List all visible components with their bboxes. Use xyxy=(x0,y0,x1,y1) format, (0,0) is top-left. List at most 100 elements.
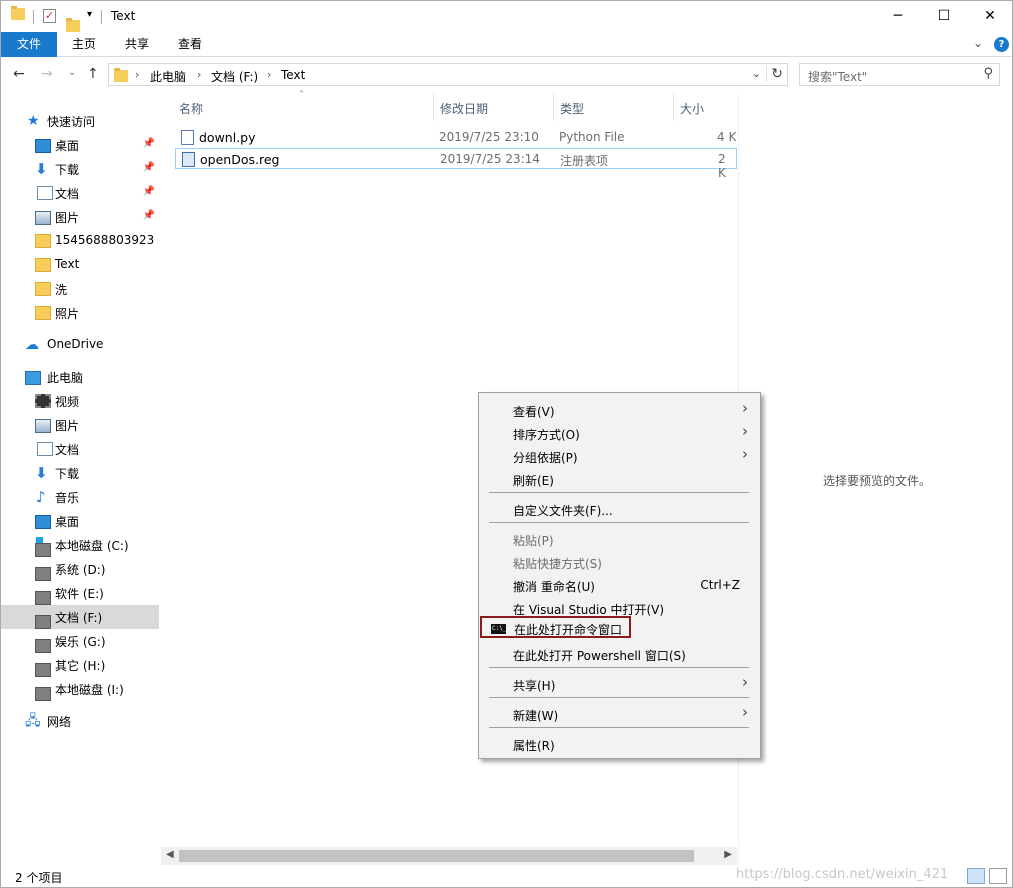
search-box[interactable]: 搜索"Text" ⚲ xyxy=(799,63,1000,86)
breadcrumb-text[interactable]: Text xyxy=(281,68,305,82)
column-divider[interactable] xyxy=(433,93,434,121)
minimize-button[interactable]: ─ xyxy=(875,1,921,32)
file-type: Python File xyxy=(559,130,625,144)
recent-locations-icon[interactable]: ⌄ xyxy=(68,67,76,78)
forward-icon[interactable]: → xyxy=(41,66,53,82)
column-divider[interactable] xyxy=(673,93,674,121)
sidebar-item-downloads[interactable]: ⬇ 下载 📌 xyxy=(1,157,159,181)
chevron-right-icon: › xyxy=(742,673,748,691)
chevron-right-icon: › xyxy=(742,703,748,721)
sidebar-item-drive-i[interactable]: 本地磁盘 (I:) xyxy=(1,677,159,701)
music-icon: ♪ xyxy=(36,488,46,506)
sidebar-item-drive-e[interactable]: 软件 (E:) xyxy=(1,581,159,605)
menu-item-customize-folder[interactable]: 自定义文件夹(F)... xyxy=(481,497,758,519)
breadcrumb-this-pc[interactable]: 此电脑 xyxy=(150,68,186,85)
pin-icon[interactable]: 📌 xyxy=(143,162,155,173)
column-type[interactable]: 类型 xyxy=(560,100,584,117)
sidebar-item-drive-f[interactable]: 文档 (F:) xyxy=(1,605,159,629)
menu-item-label: 撤消 重命名(U) xyxy=(513,580,595,594)
column-date[interactable]: 修改日期 xyxy=(440,100,488,117)
menu-item-share[interactable]: 共享(H) › xyxy=(481,672,758,694)
menu-item-sort-by[interactable]: 排序方式(O) › xyxy=(481,421,758,443)
column-name[interactable]: 名称 xyxy=(179,100,203,117)
sidebar-item-downloads[interactable]: ⬇ 下载 xyxy=(1,461,159,485)
sidebar-onedrive[interactable]: ☁ OneDrive xyxy=(1,333,159,357)
chevron-right-icon[interactable]: › xyxy=(267,68,271,81)
sidebar-item-label: 本地磁盘 (C:) xyxy=(55,539,129,553)
horizontal-scrollbar[interactable]: ◀ ▶ xyxy=(161,847,737,865)
tab-file[interactable]: 文件 xyxy=(1,32,57,57)
menu-item-label: 粘贴(P) xyxy=(513,534,554,548)
drive-icon xyxy=(35,591,51,605)
address-bar[interactable]: › 此电脑 › 文档 (F:) › Text ⌄ ↻ xyxy=(108,63,788,86)
sidebar-quick-access[interactable]: ★ 快速访问 xyxy=(1,109,159,133)
sidebar-item-folder[interactable]: 洗 xyxy=(1,277,159,301)
close-button[interactable]: ✕ xyxy=(967,1,1013,32)
menu-item-new[interactable]: 新建(W) › xyxy=(481,702,758,724)
sidebar-item-label: 桌面 xyxy=(55,139,80,153)
search-icon[interactable]: ⚲ xyxy=(983,66,993,81)
tab-share[interactable]: 共享 xyxy=(114,32,160,57)
tab-home[interactable]: 主页 xyxy=(61,32,107,57)
sidebar-item-folder[interactable]: 1545688803923 xyxy=(1,229,159,253)
menu-item-group-by[interactable]: 分组依据(P) › xyxy=(481,444,758,466)
new-folder-icon[interactable] xyxy=(66,18,80,32)
customize-toolbar-icon[interactable]: ▾ xyxy=(87,9,92,20)
expand-ribbon-icon[interactable]: ⌄ xyxy=(973,36,983,50)
sidebar-this-pc[interactable]: 此电脑 xyxy=(1,365,159,389)
sidebar-network[interactable]: 🖧 网络 xyxy=(1,709,159,733)
address-dropdown-icon[interactable]: ⌄ xyxy=(752,67,761,80)
file-row[interactable]: downl.py 2019/7/25 23:10 Python File 4 K xyxy=(175,127,737,148)
menu-item-refresh[interactable]: 刷新(E) xyxy=(481,467,758,489)
sidebar-item-documents[interactable]: 文档 📌 xyxy=(1,181,159,205)
details-view-icon[interactable] xyxy=(967,868,985,884)
file-row[interactable]: openDos.reg 2019/7/25 23:14 注册表项 2 K xyxy=(175,148,737,180)
folder-icon xyxy=(35,234,51,248)
sidebar-item-text[interactable]: Text xyxy=(1,253,159,277)
breadcrumb-drive-f[interactable]: 文档 (F:) xyxy=(211,68,258,85)
chevron-right-icon[interactable]: › xyxy=(197,68,201,81)
sidebar-item-videos[interactable]: 视频 xyxy=(1,389,159,413)
pin-icon[interactable]: 📌 xyxy=(143,210,155,221)
menu-item-paste-shortcut[interactable]: 粘贴快捷方式(S) xyxy=(481,550,758,572)
scroll-left-icon[interactable]: ◀ xyxy=(166,849,174,860)
menu-item-view[interactable]: 查看(V) › xyxy=(481,398,758,420)
sidebar-item-drive-c[interactable]: 本地磁盘 (C:) xyxy=(1,533,159,557)
help-icon[interactable]: ? xyxy=(994,37,1009,52)
menu-item-open-command-window[interactable]: C:\_ 在此处打开命令窗口 xyxy=(480,616,631,638)
menu-item-undo-rename[interactable]: 撤消 重命名(U) Ctrl+Z xyxy=(481,573,758,595)
menu-separator xyxy=(489,727,749,728)
up-icon[interactable]: ↑ xyxy=(87,66,99,82)
column-divider[interactable] xyxy=(553,93,554,121)
sidebar-item-drive-h[interactable]: 其它 (H:) xyxy=(1,653,159,677)
sidebar-item-documents[interactable]: 文档 xyxy=(1,437,159,461)
sidebar-item-label: 文档 xyxy=(55,187,80,201)
sidebar-item-drive-d[interactable]: 系统 (D:) xyxy=(1,557,159,581)
sidebar-item-pictures[interactable]: 图片 📌 xyxy=(1,205,159,229)
sidebar-item-desktop[interactable]: 桌面 📌 xyxy=(1,133,159,157)
column-size[interactable]: 大小 xyxy=(680,100,704,117)
large-icons-view-icon[interactable] xyxy=(989,868,1007,884)
menu-item-paste[interactable]: 粘贴(P) xyxy=(481,527,758,549)
menu-item-open-powershell[interactable]: 在此处打开 Powershell 窗口(S) xyxy=(481,642,758,664)
pin-icon[interactable]: 📌 xyxy=(143,186,155,197)
sidebar-item-pictures[interactable]: 图片 xyxy=(1,413,159,437)
scroll-right-icon[interactable]: ▶ xyxy=(724,849,732,860)
properties-icon[interactable]: ✓ xyxy=(43,9,56,23)
document-icon xyxy=(37,442,53,456)
menu-item-open-in-visual-studio[interactable]: 在 Visual Studio 中打开(V) xyxy=(481,596,758,618)
maximize-button[interactable]: ☐ xyxy=(921,1,967,32)
sidebar-item-photos[interactable]: 照片 xyxy=(1,301,159,325)
sidebar-item-music[interactable]: ♪ 音乐 xyxy=(1,485,159,509)
pin-icon[interactable]: 📌 xyxy=(143,138,155,149)
sidebar-item-drive-g[interactable]: 娱乐 (G:) xyxy=(1,629,159,653)
sidebar-item-label: 网络 xyxy=(47,715,72,729)
back-icon[interactable]: ← xyxy=(13,66,25,82)
refresh-icon[interactable]: ↻ xyxy=(766,66,783,82)
chevron-right-icon[interactable]: › xyxy=(135,68,139,81)
sidebar-item-desktop[interactable]: 桌面 xyxy=(1,509,159,533)
scrollbar-thumb[interactable] xyxy=(179,850,694,862)
tab-view[interactable]: 查看 xyxy=(167,32,213,57)
menu-item-properties[interactable]: 属性(R) xyxy=(481,732,758,754)
star-icon: ★ xyxy=(27,113,40,129)
